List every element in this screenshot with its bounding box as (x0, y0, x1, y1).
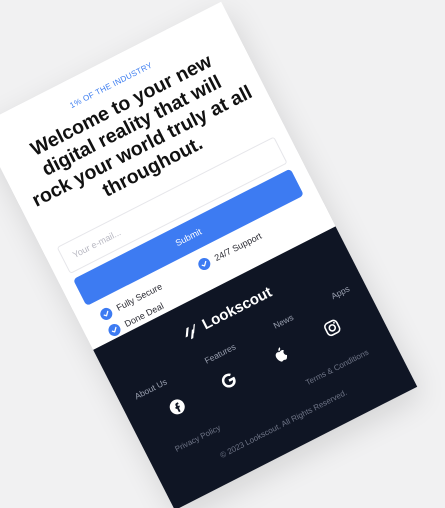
footer-link-news[interactable]: News (272, 312, 295, 331)
lookscout-logo-icon (185, 323, 195, 339)
apple-icon[interactable] (268, 342, 292, 366)
footer-link-apps[interactable]: Apps (329, 284, 351, 302)
copyright-text: © 2023 Lookscout. All Rights Reserved. (218, 387, 349, 460)
check-circle-icon (98, 305, 115, 323)
page-canvas: 1% OF THE INDUSTRY Welcome to your new d… (0, 0, 445, 508)
instagram-icon[interactable] (320, 316, 344, 340)
check-circle-icon (196, 255, 213, 273)
privacy-policy-link[interactable]: Privacy Policy (174, 423, 222, 454)
mobile-landing-mockup: 1% OF THE INDUSTRY Welcome to your new d… (0, 1, 418, 508)
facebook-icon[interactable] (165, 395, 189, 419)
footer-link-features[interactable]: Features (203, 342, 237, 366)
google-icon[interactable] (217, 368, 241, 392)
footer-link-about-us[interactable]: About Us (133, 377, 169, 402)
